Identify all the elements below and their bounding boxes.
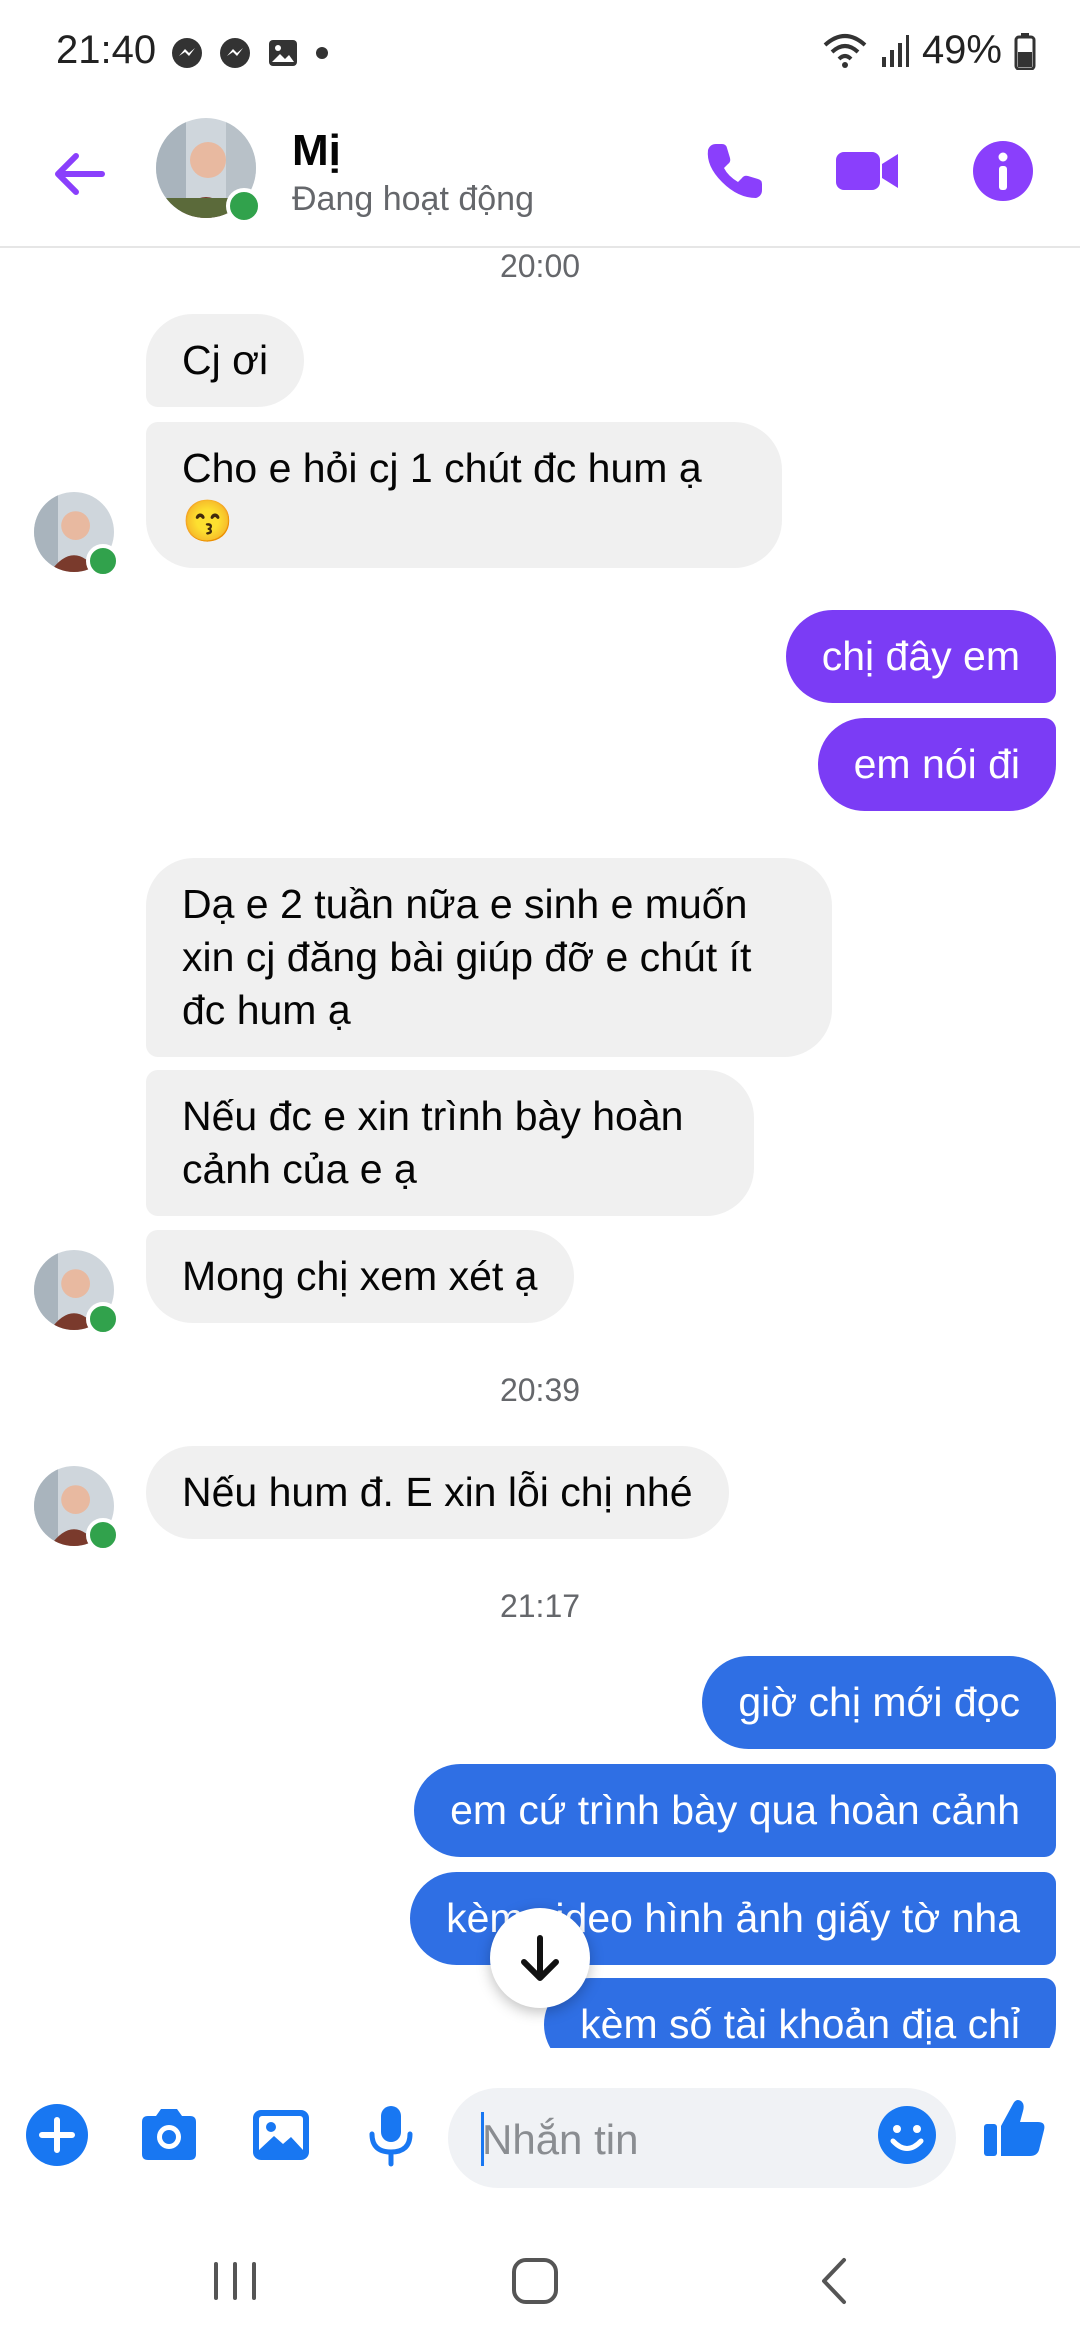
camera-icon[interactable] bbox=[134, 2100, 204, 2170]
message-outgoing[interactable]: kèm số tài khoản địa chỉ bbox=[544, 1978, 1056, 2048]
back-arrow-icon[interactable] bbox=[46, 142, 110, 206]
wifi-icon bbox=[823, 33, 867, 68]
message-outgoing[interactable]: giờ chị mới đọc bbox=[702, 1656, 1056, 1749]
message-incoming[interactable]: Dạ e 2 tuần nữa e sinh e muốn xin cj đăng… bbox=[146, 858, 832, 1057]
system-navigation-bar bbox=[0, 2220, 1080, 2340]
dot-icon bbox=[316, 47, 328, 59]
arrow-down-icon bbox=[521, 1935, 559, 1981]
status-bar: 21:40 49% bbox=[0, 0, 1080, 110]
contact-name[interactable]: Mị bbox=[292, 126, 341, 176]
message-outgoing[interactable]: em cứ trình bày qua hoàn cảnh bbox=[414, 1764, 1056, 1857]
info-icon[interactable] bbox=[968, 136, 1038, 206]
battery-icon bbox=[1014, 32, 1036, 70]
timestamp: 21:17 bbox=[499, 1588, 581, 1624]
message-list[interactable]: 20:00 Cj ơi Cho e hỏi cj 1 chút đc hum ạ… bbox=[0, 248, 1080, 2048]
messenger-icon bbox=[172, 38, 202, 68]
emoji-icon[interactable] bbox=[872, 2100, 942, 2170]
video-camera-icon[interactable] bbox=[832, 136, 902, 206]
recent-apps-icon[interactable] bbox=[200, 2246, 270, 2316]
status-time: 21:40 bbox=[56, 28, 157, 72]
image-notification-icon bbox=[269, 40, 297, 66]
online-indicator bbox=[86, 1518, 120, 1552]
message-outgoing[interactable]: em nói đi bbox=[817, 718, 1056, 811]
message-composer: Nhắn tin bbox=[0, 2070, 1080, 2210]
online-indicator bbox=[86, 1302, 120, 1336]
message-incoming[interactable]: Cj ơi bbox=[146, 314, 305, 407]
message-outgoing[interactable]: chị đây em bbox=[785, 610, 1056, 703]
message-incoming[interactable]: Mong chị xem xét ạ bbox=[146, 1230, 574, 1323]
gallery-icon[interactable] bbox=[246, 2100, 316, 2170]
timestamp: 20:00 bbox=[499, 248, 581, 284]
online-indicator bbox=[226, 188, 262, 224]
plus-icon[interactable] bbox=[22, 2100, 92, 2170]
timestamp: 20:39 bbox=[499, 1372, 581, 1408]
microphone-icon[interactable] bbox=[356, 2100, 426, 2170]
online-indicator bbox=[86, 544, 120, 578]
message-incoming[interactable]: Cho e hỏi cj 1 chút đc hum ạ 😙 bbox=[146, 422, 782, 568]
messenger-icon bbox=[220, 38, 250, 68]
signal-icon bbox=[881, 34, 909, 67]
phone-icon[interactable] bbox=[700, 136, 770, 206]
message-incoming[interactable]: Nếu đc e xin trình bày hoàn cảnh của e ạ bbox=[146, 1070, 754, 1216]
back-nav-icon[interactable] bbox=[800, 2246, 870, 2316]
like-icon[interactable] bbox=[980, 2094, 1050, 2164]
battery-percent: 49% bbox=[921, 28, 1002, 72]
emoji: 😙 bbox=[182, 498, 234, 544]
message-incoming[interactable]: Nếu hum đ. E xin lỗi chị nhé bbox=[146, 1446, 729, 1539]
home-icon[interactable] bbox=[500, 2246, 570, 2316]
active-status: Đang hoạt động bbox=[292, 180, 534, 218]
chat-header: Mị Đang hoạt động bbox=[0, 110, 1080, 248]
message-input-placeholder: Nhắn tin bbox=[482, 2116, 639, 2163]
scroll-to-bottom-button[interactable] bbox=[490, 1908, 590, 2008]
